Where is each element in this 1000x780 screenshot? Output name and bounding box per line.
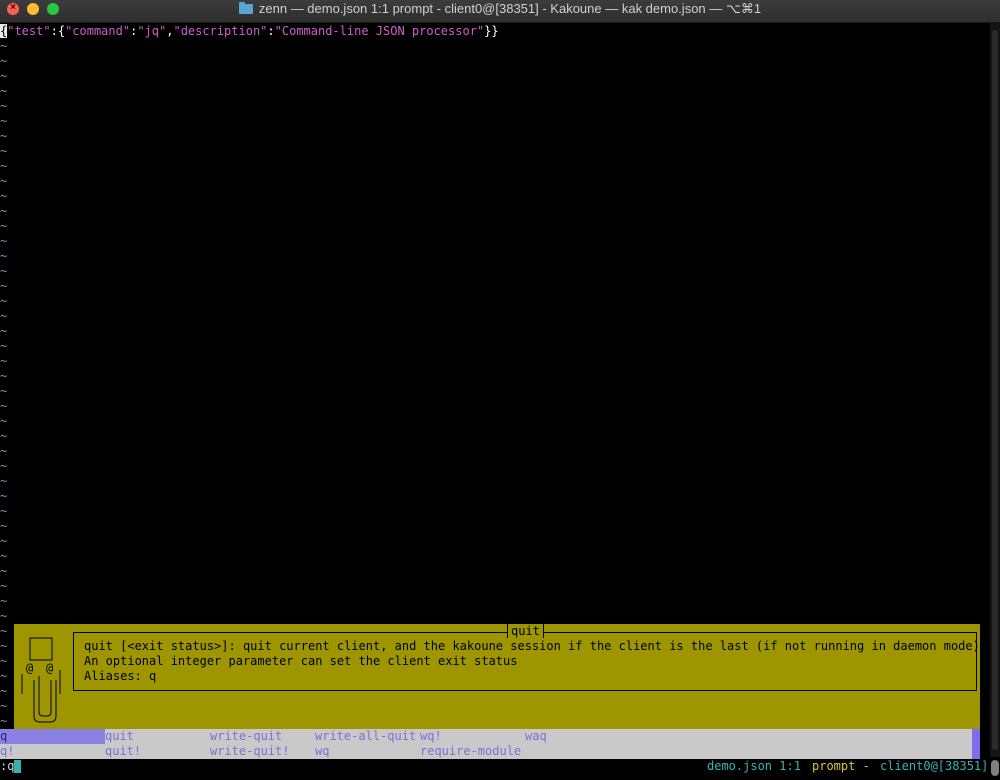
info-line: quit [<exit status>]: quit current clien…: [84, 639, 988, 653]
json-key: "command": [65, 24, 131, 38]
empty-line-marker: ~: [0, 714, 8, 728]
editor-buffer[interactable]: {"test":{"command":"jq","description":"C…: [0, 22, 990, 728]
empty-line-marker: ~: [0, 264, 8, 278]
scrollbar-track: [992, 30, 998, 750]
json-key: "description": [173, 24, 268, 38]
json-punct: }}: [484, 24, 499, 38]
empty-line-marker: ~: [0, 564, 8, 578]
prompt-cursor: [14, 760, 21, 773]
info-box: @ @ quit quit [<exit status>]: quit curr…: [14, 624, 987, 729]
empty-line-marker: ~: [0, 399, 8, 413]
empty-line-marker: ~: [0, 444, 8, 458]
empty-line-marker: ~: [0, 324, 8, 338]
empty-line-marker: ~: [0, 369, 8, 383]
empty-line-marker: ~: [0, 699, 8, 713]
completion-item-write-all-quit[interactable]: write-all-quit: [315, 729, 416, 744]
empty-line-marker: ~: [0, 129, 8, 143]
empty-line-marker: ~: [0, 684, 8, 698]
empty-line-marker: ~: [0, 504, 8, 518]
empty-line-marker: ~: [0, 204, 8, 218]
completion-item-q[interactable]: q: [0, 729, 105, 744]
empty-line-marker: ~: [0, 189, 8, 203]
empty-line-marker: ~: [0, 609, 8, 623]
empty-line-marker: ~: [0, 519, 8, 533]
empty-line-marker: ~: [0, 69, 8, 83]
status-separator: -: [855, 759, 878, 773]
completion-item-wq[interactable]: wq: [315, 744, 329, 759]
status-mode: prompt -: [812, 759, 877, 774]
empty-line-marker: ~: [0, 624, 8, 638]
status-mode-label: prompt: [812, 759, 856, 773]
empty-line-marker: ~: [0, 459, 8, 473]
folder-icon: [238, 2, 253, 14]
completion-item-quit-bang[interactable]: quit!: [105, 744, 141, 759]
empty-line-marker: ~: [0, 534, 8, 548]
empty-line-marker: ~: [0, 159, 8, 173]
svg-text:@: @: [46, 661, 53, 675]
status-client: client0@[38351]: [880, 759, 989, 773]
window-title: zenn — demo.json 1:1 prompt - client0@[3…: [258, 1, 762, 16]
info-text: quit [<exit status>]: quit current clien…: [84, 639, 987, 684]
completion-scrollbar[interactable]: [972, 729, 980, 759]
completion-menu: q quit write-quit write-all-quit wq! waq…: [0, 729, 980, 759]
empty-line-marker: ~: [0, 489, 8, 503]
empty-line-marker: ~: [0, 174, 8, 188]
empty-line-marker: ~: [0, 234, 8, 248]
title-bar: × zenn — demo.json 1:1 prompt - client0@…: [0, 0, 1000, 23]
completion-item-wq-bang[interactable]: wq!: [420, 729, 442, 744]
empty-line-marker: ~: [0, 414, 8, 428]
json-punct: {: [57, 24, 66, 38]
command-prompt[interactable]: :q: [0, 759, 14, 774]
info-title: quit: [507, 624, 544, 638]
completion-item-q-bang[interactable]: q!: [0, 744, 14, 759]
empty-line-marker: ~: [0, 279, 8, 293]
empty-line-marker: ~: [0, 249, 8, 263]
empty-line-marker: ~: [0, 54, 8, 68]
clippy-icon: @ @: [21, 637, 61, 723]
empty-line-marker: ~: [0, 429, 8, 443]
status-bar: :q demo.json 1:1 prompt - client0@[38351…: [0, 759, 990, 774]
empty-line-marker: ~: [0, 474, 8, 488]
empty-line-marker: ~: [0, 579, 8, 593]
completion-item-write-quit-bang[interactable]: write-quit!: [210, 744, 289, 759]
json-key: "test": [7, 24, 51, 38]
json-value: "Command-line JSON processor": [274, 24, 485, 38]
empty-line-marker: ~: [0, 99, 8, 113]
json-value: "jq": [137, 24, 167, 38]
empty-line-marker: ~: [0, 669, 8, 683]
buffer-line-1[interactable]: {"test":{"command":"jq","description":"C…: [0, 24, 499, 39]
empty-line-marker: ~: [0, 144, 8, 158]
info-line: An optional integer parameter can set th…: [84, 654, 518, 668]
status-file-position: demo.json 1:1: [707, 759, 801, 773]
empty-line-marker: ~: [0, 384, 8, 398]
terminal-scrollbar[interactable]: [990, 22, 1000, 757]
window-title-area: zenn — demo.json 1:1 prompt - client0@[3…: [0, 0, 1000, 22]
empty-line-marker: ~: [0, 84, 8, 98]
completion-item-require-module[interactable]: require-module: [420, 744, 521, 759]
json-punct: :: [50, 24, 58, 38]
completion-item-quit[interactable]: quit: [105, 729, 134, 744]
empty-line-marker: ~: [0, 309, 8, 323]
empty-line-marker: ~: [0, 594, 8, 608]
empty-line-marker: ~: [0, 114, 8, 128]
empty-line-marker: ~: [0, 549, 8, 563]
empty-line-marker: ~: [0, 339, 8, 353]
scrollbar-thumb[interactable]: [991, 760, 999, 776]
empty-line-marker: ~: [0, 654, 8, 668]
svg-text:@: @: [26, 661, 33, 675]
empty-line-marker: ~: [0, 294, 8, 308]
completion-item-write-quit[interactable]: write-quit: [210, 729, 282, 744]
empty-line-marker: ~: [0, 219, 8, 233]
completion-item-waq[interactable]: waq: [525, 729, 547, 744]
info-line: Aliases: q: [84, 669, 157, 683]
empty-line-marker: ~: [0, 639, 8, 653]
empty-line-marker: ~: [0, 39, 8, 53]
empty-line-marker: ~: [0, 354, 8, 368]
json-punct: :: [267, 24, 275, 38]
